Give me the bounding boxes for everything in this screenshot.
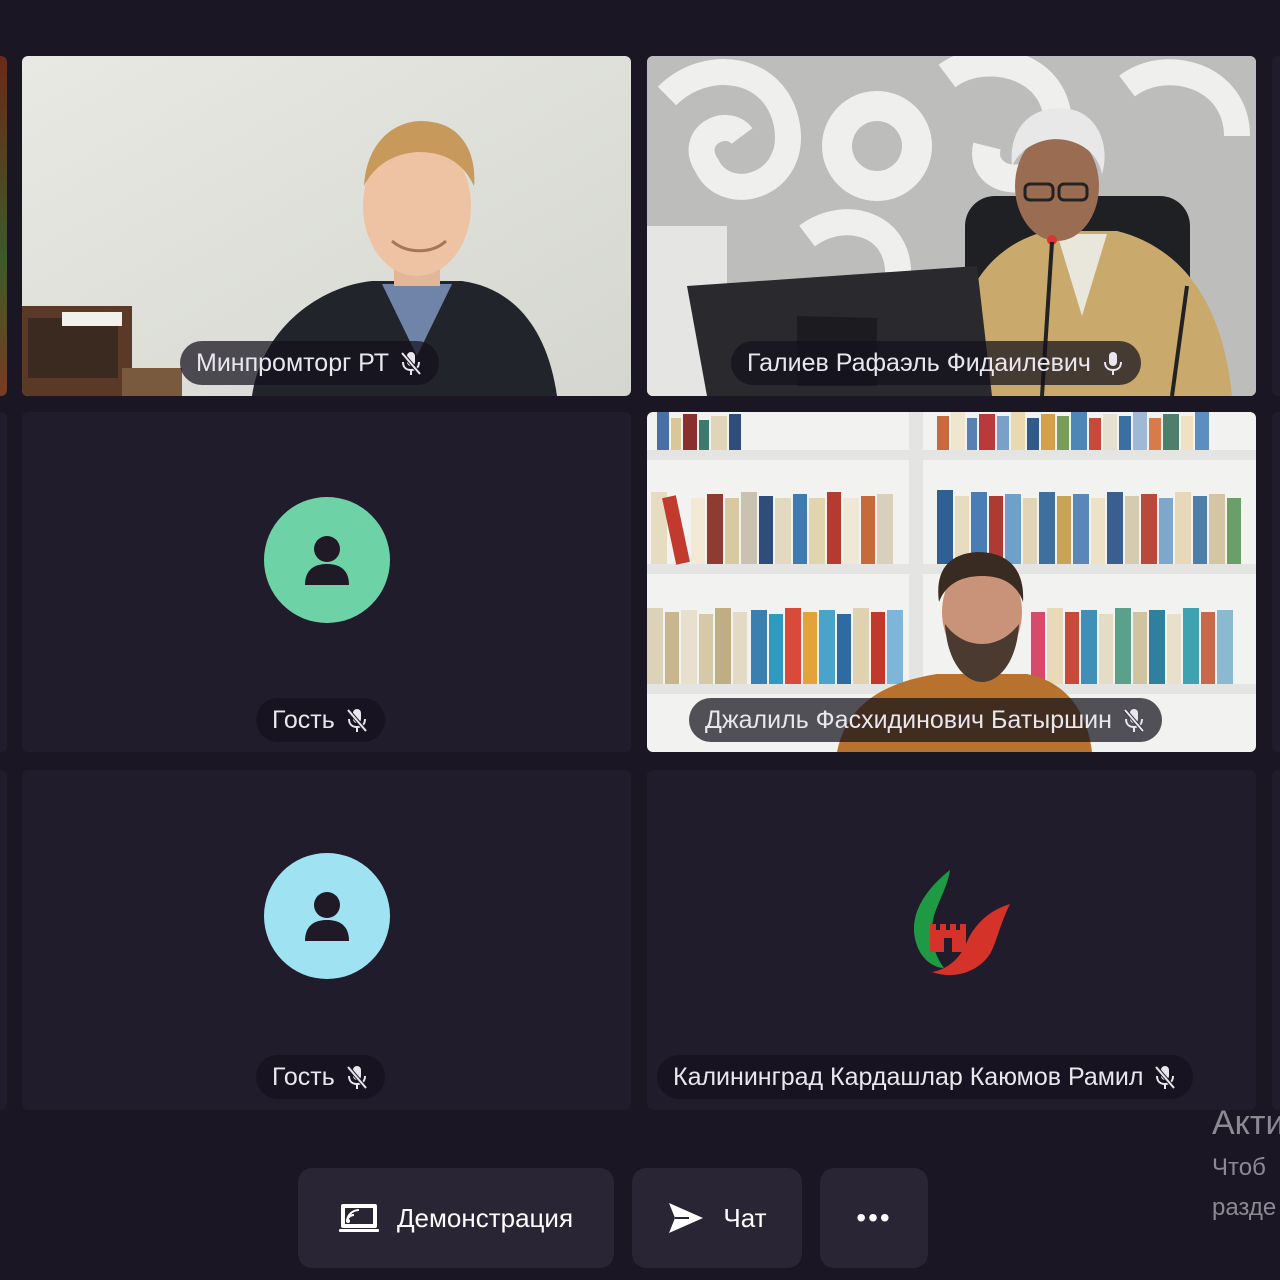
participant-name: Гость (272, 1062, 335, 1091)
screen-share-icon (338, 1204, 379, 1232)
more-dots-icon: ••• (856, 1202, 892, 1233)
mic-off-icon (400, 351, 422, 376)
participant-name-pill: Минпромторг РТ (180, 341, 439, 385)
avatar (264, 853, 390, 979)
participant-tile[interactable]: Минпромторг РТ (22, 56, 631, 396)
user-icon (305, 892, 349, 941)
edge-tile-right-1 (1272, 56, 1280, 396)
edge-tile-left-1 (0, 56, 7, 396)
participant-tile[interactable]: Калининград Кардашлар Каюмов Рамил (647, 770, 1256, 1110)
mic-off-icon (346, 1065, 368, 1090)
participant-name: Минпромторг РТ (196, 348, 389, 377)
edge-tile-right-2 (1272, 412, 1280, 752)
participant-name-pill: Джалиль Фасхидинович Батыршин (689, 698, 1162, 742)
participant-name: Галиев Рафаэль Фидаилевич (747, 348, 1091, 377)
participant-tile[interactable]: Гость (22, 770, 631, 1110)
participant-name: Гость (272, 705, 335, 734)
edge-tile-left-2 (0, 412, 7, 752)
participant-tile[interactable]: Гость (22, 412, 631, 752)
edge-tile-right-3 (1272, 770, 1280, 1110)
organization-logo (913, 870, 1010, 976)
chat-label: Чат (723, 1202, 767, 1233)
participant-name-pill: Гость (256, 698, 385, 742)
user-icon (305, 536, 349, 585)
send-icon (669, 1203, 704, 1233)
mic-off-icon (1154, 1065, 1177, 1090)
edge-tile-left-3 (0, 770, 7, 1110)
screen-share-label: Демонстрация (396, 1202, 574, 1233)
participant-name-pill: Калининград Кардашлар Каюмов Рамил (657, 1055, 1194, 1099)
participant-tile[interactable]: Джалиль Фасхидинович Батыршин (647, 412, 1256, 752)
participant-name-pill: Галиев Рафаэль Фидаилевич (731, 341, 1141, 385)
more-options-button[interactable]: ••• (820, 1168, 928, 1268)
activation-watermark-line: Чтоб (1212, 1154, 1266, 1181)
chat-button[interactable]: Чат (632, 1168, 802, 1268)
participant-tile-active-speaker[interactable]: Галиев Рафаэль Фидаилевич (647, 56, 1256, 396)
screen-share-button[interactable]: Демонстрация (298, 1168, 614, 1268)
activation-watermark-line: разде (1212, 1194, 1277, 1221)
conference-stage: Минпромторг РТ Галиев Рафаэль Фидаилевич… (0, 0, 1280, 1280)
participant-name: Калининград Кардашлар Каюмов Рамил (673, 1062, 1144, 1091)
participant-name: Джалиль Фасхидинович Батыршин (705, 705, 1112, 734)
activation-watermark-title: Акти (1212, 1104, 1280, 1142)
participant-name-pill: Гость (256, 1055, 385, 1099)
mic-on-icon (1103, 352, 1122, 375)
mic-off-icon (1123, 708, 1145, 733)
mic-off-icon (346, 708, 368, 733)
avatar (264, 497, 390, 623)
